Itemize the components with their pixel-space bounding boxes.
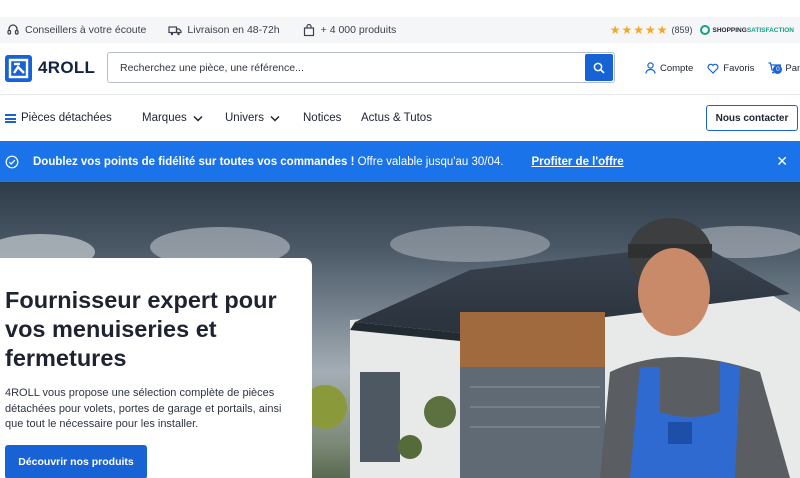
promo-offer-link[interactable]: Profiter de l'offre xyxy=(531,156,623,168)
promo-text: Doublez vos points de fidélité sur toute… xyxy=(33,156,503,168)
headset-icon xyxy=(7,24,19,35)
site-header: 4ROLL Compte Favoris 0 Panier xyxy=(0,43,800,93)
usp-label: Livraison en 48-72h xyxy=(187,24,280,36)
badge-logo-icon xyxy=(699,25,710,35)
nav-item-univers[interactable]: Univers xyxy=(225,95,280,141)
check-circle-icon xyxy=(5,155,19,168)
menu-icon xyxy=(5,113,16,123)
cart-link[interactable]: 0 Panier xyxy=(768,62,800,74)
nav-item-pieces-detachees[interactable]: Pièces détachées xyxy=(5,95,112,141)
heart-icon xyxy=(707,63,719,74)
nav-item-marques[interactable]: Marques xyxy=(142,95,203,141)
usp-label: + 4 000 produits xyxy=(320,24,397,36)
bag-icon xyxy=(303,23,314,37)
nav-label: Notices xyxy=(303,112,342,124)
chevron-down-icon xyxy=(193,115,203,122)
nav-item-notices[interactable]: Notices xyxy=(303,95,341,141)
usp-label: Conseillers à votre écoute xyxy=(25,24,147,36)
hero-title: Fournisseur expert pour vos menuiseries … xyxy=(5,287,277,371)
truck-icon xyxy=(168,26,183,36)
promo-banner: Doublez vos points de fidélité sur toute… xyxy=(0,141,800,182)
search-button[interactable] xyxy=(585,54,613,81)
user-icon xyxy=(645,62,656,74)
nav-item-actus-tutos[interactable]: Actus & Tutos xyxy=(361,95,432,141)
search-input[interactable] xyxy=(108,53,585,82)
close-icon[interactable]: ✕ xyxy=(776,154,788,168)
nav-label: Univers xyxy=(225,112,264,124)
cart-label: Panier xyxy=(785,62,800,74)
promo-regular-text: Offre valable jusqu'au 30/04. xyxy=(354,155,504,168)
search-icon xyxy=(593,62,605,74)
account-link[interactable]: Compte xyxy=(645,62,693,74)
header-links: Compte Favoris 0 Panier xyxy=(645,43,800,93)
promo-bold-text: Doublez vos points de fidélité sur toute… xyxy=(33,155,355,168)
top-utility-bar: Conseillers à votre écoute Livraison en … xyxy=(0,17,800,43)
contact-button[interactable]: Nous contacter xyxy=(706,105,798,131)
account-label: Compte xyxy=(660,62,694,74)
hero-section: Fournisseur expert pour vos menuiseries … xyxy=(0,182,800,478)
nav-label: Marques xyxy=(142,112,187,124)
favorites-link[interactable]: Favoris xyxy=(707,63,754,74)
nav-label: Pièces détachées xyxy=(21,112,112,124)
nav-label: Actus & Tutos xyxy=(361,112,432,124)
rating-stars: ★★★★★ xyxy=(609,23,669,37)
site-logo[interactable]: 4ROLL xyxy=(5,54,96,82)
hero-card: Fournisseur expert pour vos menuiseries … xyxy=(0,258,312,478)
favorites-label: Favoris xyxy=(723,62,755,74)
chevron-down-icon xyxy=(270,115,280,122)
rating-count: (859) xyxy=(671,25,693,35)
usp-products: + 4 000 produits xyxy=(302,23,397,37)
search-bar xyxy=(107,52,615,83)
discover-products-button[interactable]: Découvrir nos produits xyxy=(5,445,147,478)
hero-description: 4ROLL vous propose une sélection complèt… xyxy=(5,387,282,430)
shopping-satisfaction-badge: SHOPPING SATISFACTION xyxy=(699,25,794,35)
usp-delivery: Livraison en 48-72h xyxy=(168,23,280,37)
customer-rating[interactable]: ★★★★★ (859) SHOPPING SATISFACTION xyxy=(610,17,794,43)
logo-text: 4ROLL xyxy=(38,58,96,77)
main-navigation: Pièces détachées Marques Univers Notices… xyxy=(0,94,800,140)
logo-mark-icon xyxy=(5,54,32,82)
usp-advisors: Conseillers à votre écoute xyxy=(6,23,146,37)
